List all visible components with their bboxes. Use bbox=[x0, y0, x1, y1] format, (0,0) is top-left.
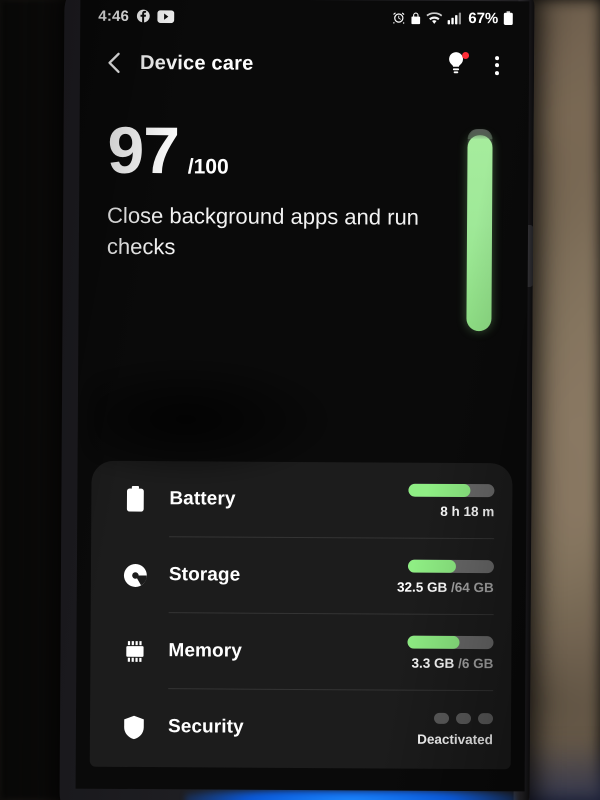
metric-value-primary: Deactivated bbox=[417, 731, 493, 747]
metric-value-primary: 32.5 GB bbox=[396, 579, 448, 595]
metric-value: Deactivated bbox=[417, 731, 493, 746]
app-bar-spacer bbox=[253, 64, 441, 65]
metric-indicator-group: 3.3 GB /6 GB bbox=[373, 635, 494, 671]
storage-pie-icon bbox=[113, 562, 157, 587]
lock-icon bbox=[410, 11, 421, 24]
status-bar-left: 4:46 bbox=[98, 7, 175, 25]
tips-button[interactable] bbox=[441, 50, 471, 80]
youtube-icon bbox=[157, 9, 175, 23]
metric-label: Memory bbox=[168, 640, 242, 662]
metric-progress-fill bbox=[407, 559, 457, 573]
metric-progress-track bbox=[407, 559, 494, 573]
metric-progress-track bbox=[407, 635, 494, 649]
status-dot bbox=[477, 712, 494, 724]
metric-value: 32.5 GB /64 GB bbox=[397, 579, 494, 595]
wifi-icon bbox=[426, 11, 443, 24]
metric-label: Security bbox=[167, 716, 244, 738]
memory-chip-icon bbox=[112, 639, 156, 662]
score-row: 97 /100 bbox=[107, 112, 500, 188]
metric-row-battery[interactable]: Battery 8 h 18 m bbox=[91, 461, 512, 540]
overflow-menu-button[interactable] bbox=[483, 50, 511, 80]
status-bar: 4:46 67% bbox=[80, 0, 529, 35]
facebook-icon bbox=[136, 9, 150, 23]
metric-progress-fill bbox=[407, 635, 460, 649]
device-score-gauge-fill bbox=[466, 135, 493, 332]
score-denominator: /100 bbox=[187, 155, 229, 179]
status-dot bbox=[455, 712, 472, 724]
metric-row-security[interactable]: Security Deactivated bbox=[90, 689, 511, 768]
kebab-dot bbox=[495, 63, 500, 68]
phone-screen: 4:46 67% Device care 97 /100 Close backg… bbox=[75, 0, 530, 792]
metric-progress-track bbox=[408, 483, 495, 497]
status-dot bbox=[433, 712, 450, 724]
device-score-section: 97 /100 Close background apps and run ch… bbox=[79, 112, 529, 265]
signal-icon bbox=[447, 11, 462, 24]
metric-indicator-group: Deactivated bbox=[373, 711, 494, 747]
page-title: Device care bbox=[139, 51, 254, 75]
battery-icon bbox=[113, 485, 157, 512]
kebab-dot bbox=[495, 55, 500, 60]
metric-value-total: /64 GB bbox=[447, 579, 494, 595]
app-bar: Device care bbox=[80, 39, 529, 90]
device-score-gauge bbox=[466, 129, 493, 332]
device-score-gauge-cap bbox=[467, 129, 493, 140]
phone-bottom-glow bbox=[185, 790, 515, 800]
metric-value: 3.3 GB /6 GB bbox=[412, 655, 494, 670]
photo-of-phone-screen: 4:46 67% Device care 97 /100 Close backg… bbox=[0, 0, 600, 800]
device-metrics-card: Battery 8 h 18 m Storage 32.5 GB /64 GB Memo… bbox=[89, 460, 513, 770]
metric-row-storage[interactable]: Storage 32.5 GB /64 GB bbox=[91, 537, 512, 616]
metric-label: Storage bbox=[168, 564, 241, 586]
metric-indicator-group: 32.5 GB /64 GB bbox=[374, 559, 494, 595]
battery-percent-label: 67% bbox=[468, 9, 499, 27]
security-shield-icon bbox=[112, 714, 156, 739]
metric-row-memory[interactable]: Memory 3.3 GB /6 GB bbox=[90, 613, 511, 692]
metric-value-primary: 3.3 GB bbox=[411, 655, 455, 671]
score-description: Close background apps and run checks bbox=[106, 202, 420, 260]
metric-indicator-group: 8 h 18 m bbox=[374, 483, 495, 519]
alarm-icon bbox=[392, 11, 405, 24]
metric-status-dots bbox=[433, 711, 494, 724]
metric-progress-fill bbox=[408, 483, 471, 497]
tips-notification-badge bbox=[462, 51, 470, 60]
battery-status-icon bbox=[503, 11, 513, 25]
status-bar-right: 67% bbox=[392, 9, 513, 27]
metric-value-total: /6 GB bbox=[454, 655, 494, 671]
metric-value: 8 h 18 m bbox=[440, 503, 494, 518]
kebab-dot bbox=[494, 70, 499, 75]
metric-value-primary: 8 h 18 m bbox=[440, 503, 495, 519]
score-value: 97 bbox=[107, 112, 180, 188]
metric-label: Battery bbox=[169, 488, 236, 510]
back-button[interactable] bbox=[100, 49, 128, 77]
status-bar-clock: 4:46 bbox=[98, 7, 130, 25]
